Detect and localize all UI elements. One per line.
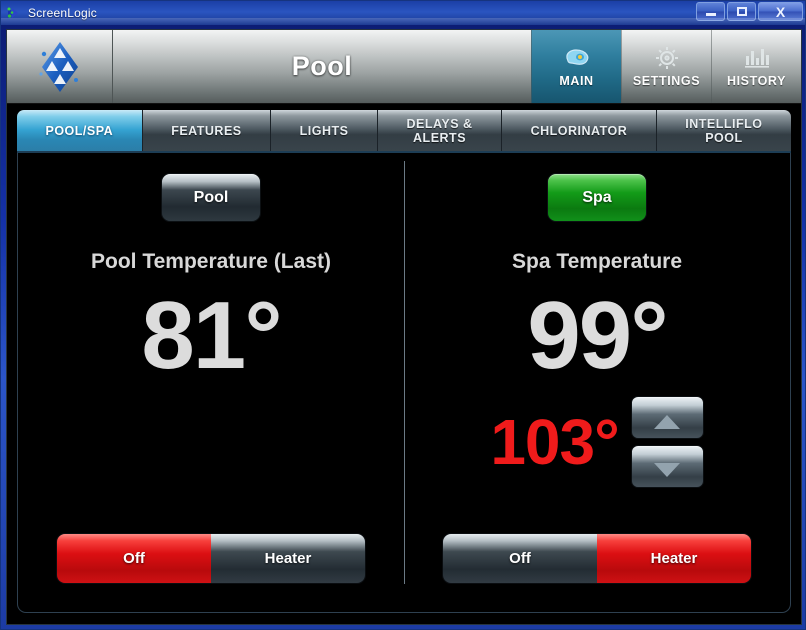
- tab-label-delays-alerts-line2: ALERTS: [413, 130, 467, 145]
- maximize-button[interactable]: [727, 2, 756, 21]
- pentair-logo: [34, 40, 86, 94]
- tab-strip: POOL/SPA FEATURES LIGHTS DELAYS & ALERTS…: [17, 110, 791, 153]
- page-title: Pool: [291, 51, 353, 81]
- spa-current-temperature: 99°: [527, 282, 668, 389]
- tab-label-chlorinator: CHLORINATOR: [530, 123, 628, 138]
- application-window: ScreenLogic X Pool MAIN SETTINGS HISTORY…: [0, 0, 806, 630]
- spa-setpoint-stepper: [630, 396, 704, 488]
- pool-panel: Pool Pool Temperature (Last) 81° Off Hea…: [18, 153, 404, 612]
- tab-intelliflo-pool[interactable]: INTELLIFLO POOL: [656, 110, 791, 151]
- bar-chart-icon: [742, 45, 772, 71]
- nav-item-history[interactable]: HISTORY: [711, 30, 801, 103]
- chevron-down-icon: [654, 462, 681, 477]
- nav-item-main[interactable]: MAIN: [531, 30, 621, 103]
- gear-icon: [652, 45, 682, 71]
- app-header: Pool MAIN SETTINGS HISTORY: [7, 30, 801, 104]
- tab-features[interactable]: FEATURES: [142, 110, 272, 151]
- window-controls: X: [696, 2, 803, 21]
- tab-delays-alerts[interactable]: DELAYS & ALERTS: [378, 110, 503, 151]
- spa-heat-mode-heater[interactable]: Heater: [597, 534, 751, 583]
- pool-temperature-label: Pool Temperature (Last): [91, 250, 331, 273]
- tab-label-intelliflo-line2: POOL: [705, 130, 743, 145]
- pool-heat-mode-heater[interactable]: Heater: [211, 534, 365, 583]
- tab-chlorinator[interactable]: CHLORINATOR: [502, 110, 657, 151]
- pool-icon: [562, 45, 592, 71]
- pool-heat-mode-off[interactable]: Off: [57, 534, 211, 583]
- screenlogic-console: Pool MAIN SETTINGS HISTORY POOL/SPA FEAT…: [6, 29, 802, 625]
- spa-heat-mode-off[interactable]: Off: [443, 534, 597, 583]
- nav-label-history: HISTORY: [726, 74, 787, 88]
- minimize-icon: [705, 13, 716, 16]
- nav-label-settings: SETTINGS: [632, 74, 701, 88]
- spa-circuit-button[interactable]: Spa: [547, 173, 647, 222]
- spa-heat-mode-control: Off Heater: [442, 533, 752, 584]
- title-bar: ScreenLogic X: [1, 1, 805, 25]
- window-title: ScreenLogic: [28, 6, 97, 20]
- screenlogic-arrow-icon: [6, 5, 22, 21]
- tab-label-pool-spa: POOL/SPA: [45, 123, 114, 138]
- tab-label-lights: LIGHTS: [299, 123, 349, 138]
- tab-strip-wrapper: POOL/SPA FEATURES LIGHTS DELAYS & ALERTS…: [7, 104, 801, 153]
- pool-current-temperature: 81°: [141, 282, 282, 389]
- pool-heat-mode-control: Off Heater: [56, 533, 366, 584]
- pool-circuit-button[interactable]: Pool: [161, 173, 261, 222]
- tab-label-delays-alerts-line1: DELAYS &: [406, 116, 473, 131]
- minimize-button[interactable]: [696, 2, 725, 21]
- nav-item-settings[interactable]: SETTINGS: [621, 30, 711, 103]
- spa-setpoint-increase-button[interactable]: [630, 396, 704, 439]
- tab-label-intelliflo-line1: INTELLIFLO: [685, 116, 763, 131]
- pool-spa-content: Pool Pool Temperature (Last) 81° Off Hea…: [17, 153, 791, 613]
- tab-lights[interactable]: LIGHTS: [271, 110, 378, 151]
- spa-setpoint-row: 103°: [490, 396, 704, 488]
- spa-setpoint-temperature: 103°: [490, 406, 619, 478]
- nav-label-main: MAIN: [559, 74, 594, 88]
- spa-panel: Spa Spa Temperature 99° 103° Off Heater: [404, 153, 790, 612]
- tab-label-features: FEATURES: [171, 123, 242, 138]
- close-button[interactable]: X: [758, 2, 803, 21]
- tab-pool-spa[interactable]: POOL/SPA: [17, 110, 143, 151]
- logo-cell: [7, 30, 113, 103]
- spa-setpoint-decrease-button[interactable]: [630, 445, 704, 488]
- main-nav: MAIN SETTINGS HISTORY: [531, 30, 801, 103]
- spa-temperature-label: Spa Temperature: [512, 250, 682, 273]
- chevron-up-icon: [654, 414, 681, 429]
- maximize-icon: [736, 7, 747, 16]
